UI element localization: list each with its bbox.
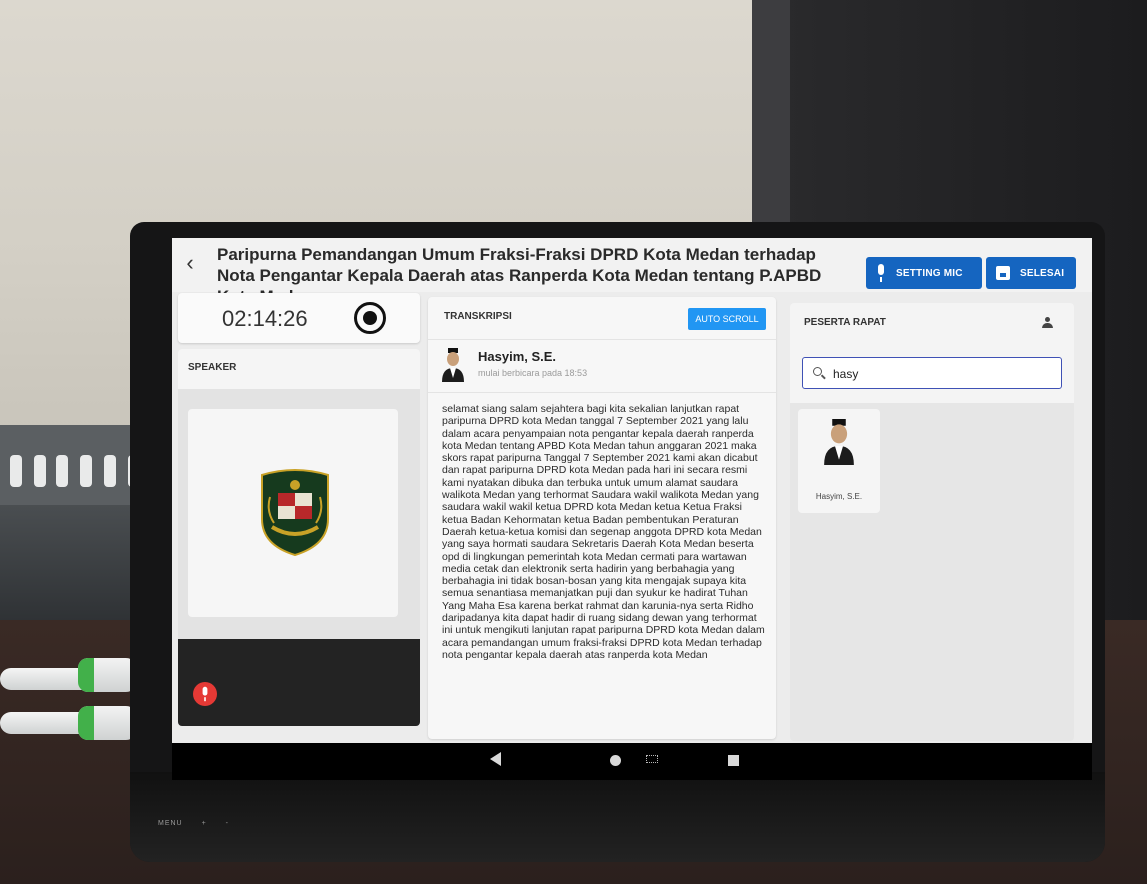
selesai-label: SELESAI: [1020, 267, 1065, 279]
speaker-header: SPEAKER: [178, 349, 420, 389]
participants-title: PESERTA RAPAT: [804, 317, 886, 328]
monitor-base: [130, 772, 1105, 862]
transcript-panel: TRANSKRIPSI AUTO SCROLL Hasyim, S.E. mul…: [428, 297, 776, 739]
nav-home-icon[interactable]: [610, 755, 621, 766]
elapsed-timer: 02:14:26: [222, 306, 308, 331]
avatar: [824, 419, 854, 465]
mic-icon: [876, 264, 886, 282]
background-edge: [752, 0, 790, 230]
search-box: [802, 357, 1062, 389]
speaker-video-frame: [188, 409, 398, 617]
selesai-button[interactable]: SELESAI: [986, 257, 1076, 289]
transcript-text: selamat siang salam sejahtera bagi kita …: [442, 403, 765, 661]
speaker-title: SPEAKER: [188, 362, 237, 373]
auto-scroll-button[interactable]: AUTO SCROLL: [688, 308, 766, 330]
android-nav-bar: [172, 740, 1092, 780]
emblem-icon: [261, 469, 329, 557]
participants-panel: PESERTA RAPAT Hasyim, S.E.: [790, 303, 1074, 741]
speaker-panel: SPEAKER: [178, 349, 420, 726]
timer-card: 02:14:26: [178, 293, 420, 343]
app-header: ‹ Paripurna Pemandangan Umum Fraksi-Frak…: [172, 238, 1092, 306]
monitor-buttons: MENU + -: [158, 820, 245, 827]
transcript-title: TRANSKRIPSI: [444, 311, 512, 322]
avatar: [442, 348, 464, 382]
app-screen: ‹ Paripurna Pemandangan Umum Fraksi-Frak…: [172, 238, 1092, 743]
monitor-plus-label[interactable]: +: [202, 820, 207, 827]
search-input[interactable]: [833, 365, 1053, 383]
usb-plug: [78, 658, 136, 692]
usb-plug: [78, 706, 136, 740]
speaker-control-bar: [178, 639, 420, 726]
nav-recents-icon[interactable]: [728, 755, 739, 766]
mic-toggle-button[interactable]: [193, 682, 217, 706]
participant-name: Hasyim, S.E.: [815, 492, 863, 501]
monitor-minus-label[interactable]: -: [226, 820, 229, 827]
nav-back-icon[interactable]: [490, 752, 501, 766]
add-participant-icon[interactable]: [1040, 317, 1054, 329]
transcript-speaker-row: Hasyim, S.E. mulai berbicara pada 18:53: [428, 339, 776, 393]
transcript-speaker-name: Hasyim, S.E.: [478, 349, 557, 364]
participant-card[interactable]: Hasyim, S.E.: [798, 409, 880, 513]
monitor-menu-label[interactable]: MENU: [158, 820, 183, 827]
mic-icon: [201, 686, 209, 702]
save-icon: [996, 266, 1010, 280]
transcript-header: TRANSKRIPSI AUTO SCROLL: [428, 297, 776, 339]
participants-header: PESERTA RAPAT: [790, 303, 1074, 403]
search-icon: [813, 367, 822, 376]
record-icon[interactable]: [354, 302, 386, 334]
keyboard-icon[interactable]: [646, 755, 658, 763]
setting-mic-label: SETTING MIC: [896, 267, 963, 279]
back-button[interactable]: ‹: [180, 252, 200, 276]
transcript-speaker-time: mulai berbicara pada 18:53: [478, 368, 588, 378]
setting-mic-button[interactable]: SETTING MIC: [866, 257, 982, 289]
